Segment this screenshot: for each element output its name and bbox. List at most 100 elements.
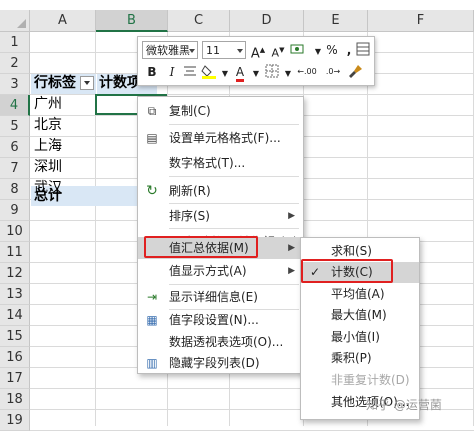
row-header[interactable]: 9 [0, 200, 30, 221]
menu-item-label: 数字格式(T)... [169, 156, 246, 170]
chevron-down-icon [189, 49, 195, 53]
field-list-icon: ▥ [146, 356, 158, 370]
menu-item-show-details[interactable]: ⇥ 显示详细信息(E) [138, 286, 303, 308]
fill-bucket-icon [201, 65, 216, 79]
row-header[interactable]: 2 [0, 53, 30, 74]
menu-item-label: 复制(C) [169, 104, 211, 118]
pivot-value-header: 计数项:销售额 [99, 75, 137, 91]
borders-dropdown[interactable]: ▼ [280, 63, 296, 81]
column-header-b[interactable]: B [96, 10, 168, 32]
menu-item-pivot-options[interactable]: 数据透视表选项(O)... [138, 331, 303, 353]
row-header[interactable]: 10 [0, 221, 30, 242]
context-menu: ⧉ 复制(C) ▤ 设置单元格格式(F)... 数字格式(T)... ↻ 刷新(R) … [137, 96, 304, 374]
menu-item-label: 显示详细信息(E) [169, 290, 258, 304]
menu-item-label: 刷新(R) [169, 184, 211, 198]
grow-font-button[interactable]: A▲ [250, 41, 266, 61]
row-header[interactable]: 16 [0, 347, 30, 368]
column-header-d[interactable]: D [230, 10, 304, 32]
menu-item-label: 值字段设置(N)... [169, 313, 259, 327]
submenu-item-max[interactable]: 最大值(M) [301, 305, 419, 326]
row-header[interactable]: 14 [0, 305, 30, 326]
font-name-value: 微软雅黑 [146, 44, 190, 57]
row-header[interactable]: 7 [0, 158, 30, 179]
percent-style-button[interactable]: % [324, 41, 340, 59]
menu-item-value-field-settings[interactable]: ▦ 值字段设置(N)... [138, 309, 303, 331]
font-color-button[interactable]: A [232, 63, 248, 82]
pivot-total-label: 总计 [34, 188, 62, 204]
column-header-e[interactable]: E [304, 10, 368, 32]
font-size-box[interactable]: 11 [202, 41, 246, 59]
decrease-decimal-button[interactable]: .0→ [322, 63, 344, 81]
menu-separator [169, 228, 299, 229]
row-header[interactable]: 12 [0, 263, 30, 284]
pivot-filter-dropdown-icon[interactable] [80, 76, 94, 90]
submenu-item-min[interactable]: 最小值(I) [301, 327, 419, 348]
menu-item-hide-field-list[interactable]: ▥ 隐藏字段列表(D) [138, 352, 303, 374]
align-center-icon [184, 66, 196, 76]
align-center-button[interactable] [182, 63, 198, 81]
pivot-city-3[interactable]: 深圳 [34, 157, 62, 178]
highlight-box-summarize-by [144, 236, 258, 258]
submenu-item-label: 乘积(P) [331, 351, 372, 365]
shrink-font-icon: A [271, 46, 280, 60]
menu-item-refresh[interactable]: ↻ 刷新(R) [138, 180, 303, 202]
menu-item-number-format[interactable]: 数字格式(T)... [138, 152, 303, 174]
format-painter-button[interactable] [355, 41, 371, 59]
mini-format-toolbar: 微软雅黑 11 A▲ A▼ ▼ % , B I ▼ A ▼ ▼ ←.00 .0→ [137, 36, 375, 86]
row-header[interactable]: 15 [0, 326, 30, 347]
row-header[interactable]: 3 [0, 74, 30, 95]
copy-icon: ⧉ [147, 104, 157, 118]
menu-item-label: 值显示方式(A) [169, 264, 247, 278]
menu-separator [169, 203, 299, 204]
row-header[interactable]: 11 [0, 242, 30, 263]
row-header[interactable]: 8 [0, 179, 30, 200]
paintbrush-icon [349, 65, 362, 78]
menu-item-show-values-as[interactable]: 值显示方式(A) ▶ [138, 260, 303, 282]
row-header[interactable]: 5 [0, 116, 30, 137]
submenu-item-label: 平均值(A) [331, 287, 385, 301]
pivot-city-1[interactable]: 北京 [34, 115, 62, 136]
accounting-format-button[interactable] [290, 41, 306, 59]
row-header[interactable]: 13 [0, 284, 30, 305]
pivot-city-2[interactable]: 上海 [34, 136, 62, 157]
menu-item-format-cells[interactable]: ▤ 设置单元格格式(F)... [138, 127, 303, 149]
menu-item-sort[interactable]: 排序(S) ▶ [138, 205, 303, 227]
row-header[interactable]: 6 [0, 137, 30, 158]
decrease-decimal-icon: .0 [325, 67, 334, 76]
column-header-a[interactable]: A [30, 10, 96, 32]
fill-color-dropdown[interactable]: ▼ [217, 63, 233, 81]
increase-decimal-button[interactable]: ←.00 [296, 63, 318, 81]
column-header-c[interactable]: C [168, 10, 230, 32]
font-color-dropdown[interactable]: ▼ [248, 63, 264, 81]
menu-separator [169, 284, 299, 285]
format-brush-button[interactable] [348, 63, 364, 81]
column-header-f[interactable]: F [368, 10, 474, 32]
submenu-item-product[interactable]: 乘积(P) [301, 348, 419, 369]
fill-color-button[interactable] [201, 63, 217, 81]
refresh-icon: ↻ [146, 183, 158, 199]
menu-separator [169, 176, 299, 177]
bold-button[interactable]: B [144, 63, 160, 81]
row-header[interactable]: 19 [0, 410, 30, 431]
menu-item-label: 数据透视表选项(O)... [169, 335, 284, 349]
submenu-item-label: 最小值(I) [331, 330, 380, 344]
chevron-right-icon: ▶ [288, 243, 295, 253]
row-header[interactable]: 4 [0, 95, 30, 116]
pivot-city-0[interactable]: 广州 [34, 94, 62, 115]
shrink-font-button[interactable]: A▼ [270, 41, 286, 60]
watermark-text: 知乎 @运营菌 [366, 398, 442, 412]
highlight-box-count [301, 259, 393, 283]
table-format-icon [356, 42, 370, 56]
row-header[interactable]: 1 [0, 32, 30, 53]
italic-button[interactable]: I [164, 63, 180, 81]
borders-button[interactable] [264, 63, 280, 81]
submenu-item-distinct-count: 非重复计数(D) [301, 370, 419, 391]
row-header[interactable]: 17 [0, 368, 30, 389]
submenu-item-average[interactable]: 平均值(A) [301, 284, 419, 305]
font-name-box[interactable]: 微软雅黑 [142, 41, 198, 59]
pivot-row-label-header: 行标签 [34, 75, 76, 91]
menu-item-copy[interactable]: ⧉ 复制(C) [138, 100, 303, 122]
chevron-right-icon: ▶ [288, 211, 295, 221]
select-all-corner[interactable] [0, 10, 30, 32]
row-header[interactable]: 18 [0, 389, 30, 410]
